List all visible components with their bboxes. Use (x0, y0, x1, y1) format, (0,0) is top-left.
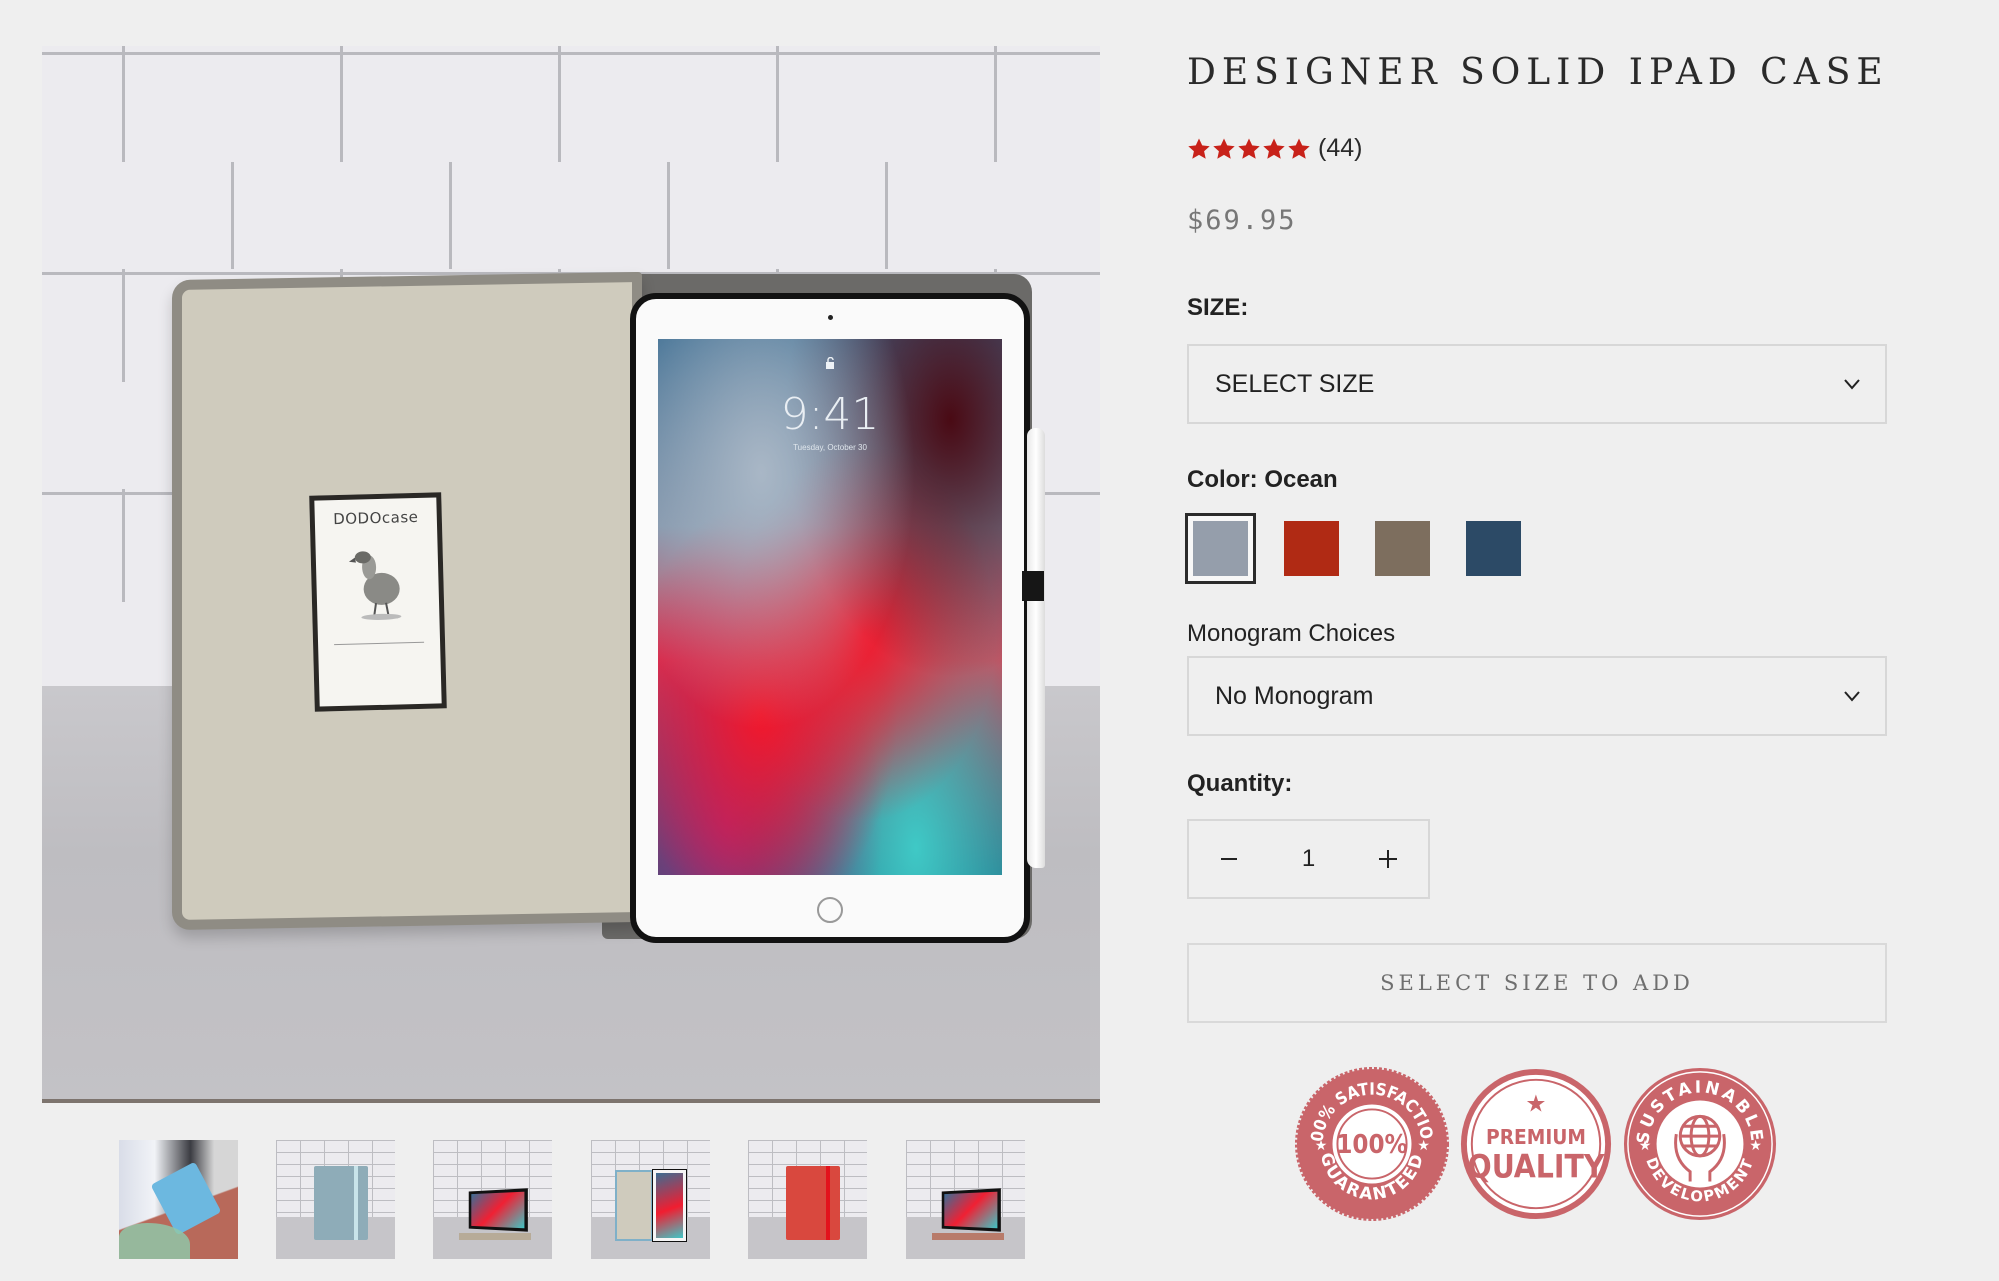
quantity-input[interactable]: 1 (1269, 845, 1348, 873)
swatch-fill (1284, 521, 1339, 576)
thumbnail-6[interactable] (906, 1140, 1025, 1259)
main-product-image[interactable]: DODOcase 9:41 Tuesday, October 30 (42, 46, 1100, 1103)
svg-text:PREMIUM: PREMIUM (1486, 1125, 1586, 1149)
svg-text:★: ★ (1417, 1137, 1429, 1153)
svg-text:★: ★ (1639, 1137, 1651, 1153)
swatch-fill (1466, 521, 1521, 576)
swatch-navy[interactable] (1458, 513, 1529, 584)
svg-text:★: ★ (1749, 1137, 1761, 1153)
ipad-device: 9:41 Tuesday, October 30 (630, 293, 1030, 943)
svg-text:QUALITY: QUALITY (1468, 1150, 1605, 1186)
lockscreen-date: Tuesday, October 30 (793, 443, 867, 452)
size-select[interactable]: SELECT SIZE (1187, 344, 1887, 424)
camera-dot (828, 315, 833, 320)
size-label: SIZE: (1187, 294, 1249, 321)
color-swatches (1185, 513, 1549, 584)
svg-text:★: ★ (1525, 1091, 1546, 1117)
swatch-fill (1193, 521, 1248, 576)
satisfaction-guaranteed-badge: 100% SATISFACTION GUARANTEED 100% ★ ★ (1293, 1065, 1450, 1222)
star-icon (1288, 138, 1310, 159)
swatch-ocean[interactable] (1185, 513, 1256, 584)
monogram-select[interactable]: No Monogram (1187, 656, 1887, 736)
apple-pencil (1027, 428, 1045, 868)
review-count[interactable]: (44) (1318, 134, 1362, 163)
thumbnail-4[interactable] (591, 1140, 710, 1259)
product-title: DESIGNER SOLID IPAD CASE (1187, 52, 1889, 93)
thumbnail-3[interactable] (433, 1140, 552, 1259)
star-icon (1238, 138, 1260, 159)
quantity-decrement-button[interactable] (1189, 821, 1269, 897)
quantity-stepper: 1 (1187, 819, 1430, 899)
plus-icon (1379, 850, 1397, 868)
star-icon (1263, 138, 1285, 159)
monogram-select-value: No Monogram (1215, 681, 1374, 710)
sustainable-development-badge: SUSTAINABLE DEVELOPMENT ★ ★ (1623, 1067, 1777, 1221)
trust-badges: 100% SATISFACTION GUARANTEED 100% ★ ★ ★ … (1293, 1065, 1785, 1223)
swatch-fill (1375, 521, 1430, 576)
svg-text:100%: 100% (1336, 1130, 1407, 1160)
premium-quality-badge: ★ PREMIUM QUALITY (1460, 1068, 1612, 1220)
star-icon (1213, 138, 1235, 159)
quantity-label: Quantity: (1187, 770, 1293, 797)
thumbnail-5[interactable] (748, 1140, 867, 1259)
minus-icon (1221, 858, 1237, 860)
product-rating[interactable]: (44) (1187, 134, 1362, 163)
lockscreen-time: 9:41 (780, 389, 880, 440)
chevron-down-icon (1844, 691, 1860, 702)
svg-text:★: ★ (1315, 1137, 1327, 1153)
thumbnail-1[interactable] (119, 1140, 238, 1259)
pencil-strap (1022, 571, 1044, 601)
add-to-cart-button[interactable]: SELECT SIZE TO ADD (1187, 943, 1887, 1023)
thumbnail-2[interactable] (276, 1140, 395, 1259)
brand-label-card: DODOcase (309, 492, 447, 712)
color-label: Color: Ocean (1187, 466, 1338, 493)
chevron-down-icon (1844, 379, 1860, 390)
ipad-screen: 9:41 Tuesday, October 30 (658, 339, 1002, 875)
home-button (817, 897, 843, 923)
swatch-red[interactable] (1276, 513, 1347, 584)
unlock-icon (826, 357, 834, 369)
star-rating (1187, 137, 1312, 161)
star-icon (1188, 138, 1210, 159)
monogram-label: Monogram Choices (1187, 620, 1396, 647)
product-price: $69.95 (1187, 205, 1297, 236)
dodo-bird-icon (348, 551, 402, 620)
swatch-brown[interactable] (1367, 513, 1438, 584)
quantity-increment-button[interactable] (1348, 821, 1428, 897)
brand-label: DODOcase (332, 507, 419, 529)
size-select-value: SELECT SIZE (1215, 369, 1375, 398)
